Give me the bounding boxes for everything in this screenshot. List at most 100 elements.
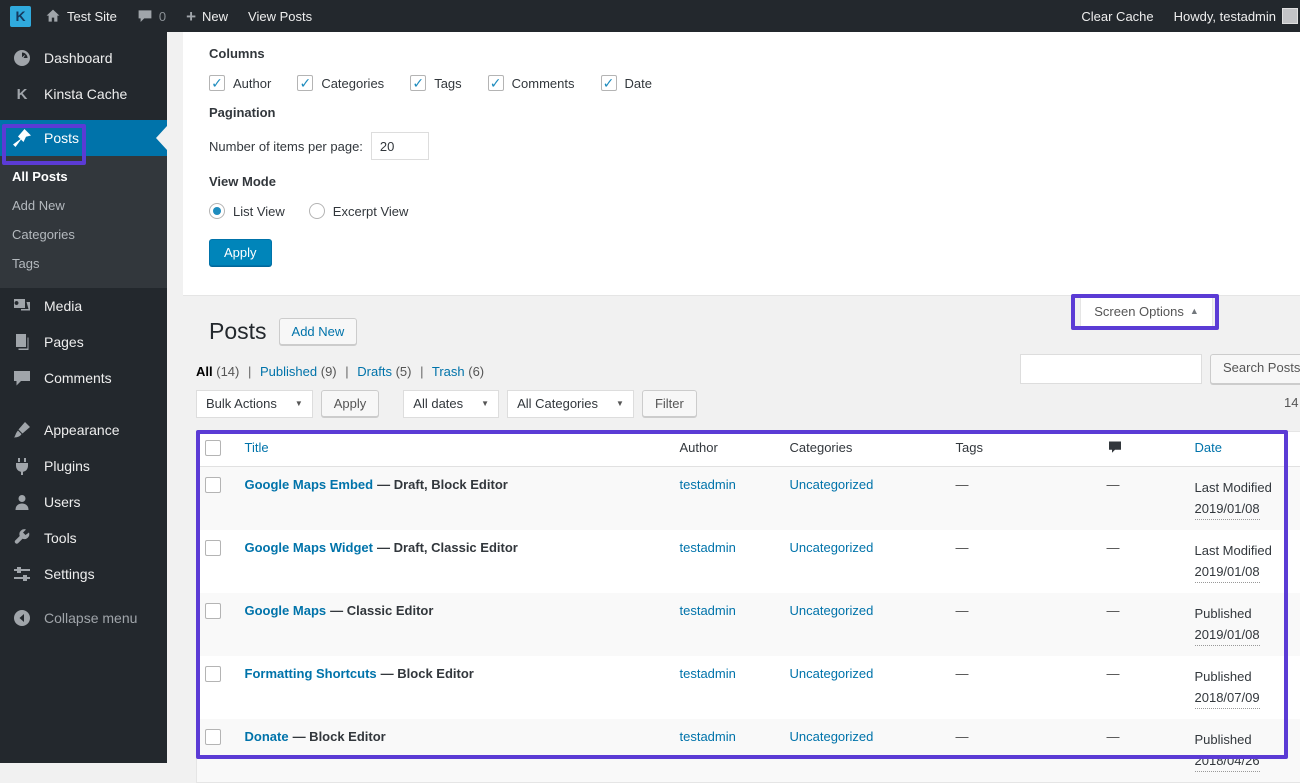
sidebar-item-all-posts[interactable]: All Posts bbox=[0, 162, 167, 191]
comments-column-icon bbox=[1107, 440, 1123, 455]
date-value: 2019/01/08 bbox=[1195, 498, 1260, 520]
list-view-radio[interactable]: List View bbox=[209, 203, 285, 219]
search-input[interactable] bbox=[1020, 354, 1202, 384]
clear-cache-button[interactable]: Clear Cache bbox=[1071, 0, 1163, 32]
howdy-menu[interactable]: Howdy, testadmin bbox=[1164, 0, 1300, 32]
author-link[interactable]: testadmin bbox=[680, 603, 736, 618]
filter-all[interactable]: All bbox=[196, 364, 213, 379]
select-all-checkbox[interactable] bbox=[205, 440, 221, 456]
dates-filter-select[interactable]: All dates ▼ bbox=[403, 390, 499, 418]
screen-options-panel: Columns Author Categories Tags Comments … bbox=[183, 32, 1300, 296]
date-value: 2018/04/26 bbox=[1195, 750, 1260, 772]
date-value: 2018/07/09 bbox=[1195, 687, 1260, 709]
checkbox-checked-icon[interactable] bbox=[410, 75, 426, 91]
tools-wrench-icon bbox=[12, 528, 32, 548]
sidebar-item-tools[interactable]: Tools bbox=[0, 520, 167, 556]
sidebar-item-posts[interactable]: Posts bbox=[0, 120, 167, 156]
filter-published[interactable]: Published bbox=[260, 364, 317, 379]
sidebar-item-users[interactable]: Users bbox=[0, 484, 167, 520]
filter-drafts[interactable]: Drafts bbox=[357, 364, 392, 379]
post-title-link[interactable]: Google Maps Embed bbox=[245, 477, 374, 492]
new-menu[interactable]: + New bbox=[176, 0, 238, 32]
category-link[interactable]: Uncategorized bbox=[790, 477, 874, 492]
add-new-button[interactable]: Add New bbox=[279, 318, 358, 345]
row-checkbox[interactable] bbox=[205, 666, 221, 682]
post-state: — Draft, Block Editor bbox=[377, 477, 508, 492]
sidebar-item-appearance[interactable]: Appearance bbox=[0, 412, 167, 448]
checkbox-checked-icon[interactable] bbox=[601, 75, 617, 91]
appearance-brush-icon bbox=[12, 420, 32, 440]
screen-options-apply-button[interactable]: Apply bbox=[209, 239, 272, 266]
column-checkbox-date[interactable]: Date bbox=[601, 75, 652, 91]
category-link[interactable]: Uncategorized bbox=[790, 729, 874, 744]
radio-selected-icon[interactable] bbox=[209, 203, 225, 219]
author-link[interactable]: testadmin bbox=[680, 477, 736, 492]
checkbox-checked-icon[interactable] bbox=[209, 75, 225, 91]
pages-icon bbox=[12, 332, 32, 352]
row-checkbox[interactable] bbox=[205, 729, 221, 745]
bulk-apply-button[interactable]: Apply bbox=[321, 390, 380, 417]
excerpt-view-radio[interactable]: Excerpt View bbox=[309, 203, 409, 219]
kinsta-logo-icon[interactable]: K bbox=[10, 6, 31, 27]
checkbox-label: Tags bbox=[434, 76, 461, 91]
checkbox-label: Author bbox=[233, 76, 271, 91]
sidebar-label-users: Users bbox=[44, 494, 81, 510]
sidebar-item-add-new[interactable]: Add New bbox=[0, 191, 167, 220]
chevron-down-icon: ▼ bbox=[616, 399, 624, 408]
settings-sliders-icon bbox=[12, 564, 32, 584]
sidebar-item-dashboard[interactable]: Dashboard bbox=[0, 40, 167, 76]
post-title-link[interactable]: Formatting Shortcuts bbox=[245, 666, 377, 681]
sidebar-item-pages[interactable]: Pages bbox=[0, 324, 167, 360]
author-link[interactable]: testadmin bbox=[680, 540, 736, 555]
chevron-down-icon: ▼ bbox=[295, 399, 303, 408]
sidebar-item-comments[interactable]: Comments bbox=[0, 360, 167, 396]
post-title-link[interactable]: Google Maps bbox=[245, 603, 327, 618]
site-name-menu[interactable]: Test Site bbox=[35, 0, 127, 32]
table-toolbar: Bulk Actions ▼ Apply All dates ▼ All Cat… bbox=[196, 389, 1300, 419]
author-link[interactable]: testadmin bbox=[680, 666, 736, 681]
column-checkbox-tags[interactable]: Tags bbox=[410, 75, 461, 91]
search-posts-button[interactable]: Search Posts bbox=[1210, 354, 1300, 384]
view-posts-menu[interactable]: View Posts bbox=[238, 0, 322, 32]
items-per-page-input[interactable] bbox=[371, 132, 429, 160]
radio-unselected-icon[interactable] bbox=[309, 203, 325, 219]
sort-title-header[interactable]: Title bbox=[245, 440, 269, 455]
menu-spacer bbox=[0, 404, 167, 412]
comments-menu[interactable]: 0 bbox=[127, 0, 176, 32]
column-checkbox-comments[interactable]: Comments bbox=[488, 75, 575, 91]
page-title: Posts bbox=[209, 318, 267, 346]
checkbox-checked-icon[interactable] bbox=[488, 75, 504, 91]
screen-options-tab[interactable]: Screen Options ▲ bbox=[1080, 296, 1213, 327]
post-title-link[interactable]: Donate bbox=[245, 729, 289, 744]
author-link[interactable]: testadmin bbox=[680, 729, 736, 744]
tags-value: — bbox=[956, 603, 969, 618]
sidebar-item-media[interactable]: Media bbox=[0, 288, 167, 324]
category-link[interactable]: Uncategorized bbox=[790, 603, 874, 618]
chevron-down-icon: ▼ bbox=[481, 399, 489, 408]
tags-value: — bbox=[956, 477, 969, 492]
sidebar-item-tags[interactable]: Tags bbox=[0, 249, 167, 278]
category-link[interactable]: Uncategorized bbox=[790, 540, 874, 555]
filter-separator: | bbox=[248, 364, 251, 379]
row-checkbox[interactable] bbox=[205, 540, 221, 556]
sidebar-item-kinsta-cache[interactable]: K Kinsta Cache bbox=[0, 76, 167, 112]
bulk-actions-select[interactable]: Bulk Actions ▼ bbox=[196, 390, 313, 418]
sidebar-item-collapse-menu[interactable]: Collapse menu bbox=[0, 600, 167, 636]
checkbox-checked-icon[interactable] bbox=[297, 75, 313, 91]
post-title-link[interactable]: Google Maps Widget bbox=[245, 540, 373, 555]
sort-date-header[interactable]: Date bbox=[1195, 440, 1222, 455]
column-checkbox-categories[interactable]: Categories bbox=[297, 75, 384, 91]
column-checkbox-author[interactable]: Author bbox=[209, 75, 271, 91]
sidebar-item-plugins[interactable]: Plugins bbox=[0, 448, 167, 484]
filter-button[interactable]: Filter bbox=[642, 390, 697, 417]
sidebar-item-settings[interactable]: Settings bbox=[0, 556, 167, 592]
category-link[interactable]: Uncategorized bbox=[790, 666, 874, 681]
categories-filter-select[interactable]: All Categories ▼ bbox=[507, 390, 634, 418]
row-checkbox[interactable] bbox=[205, 477, 221, 493]
author-header: Author bbox=[672, 431, 782, 466]
admin-sidebar: Dashboard K Kinsta Cache Posts All Posts… bbox=[0, 32, 167, 763]
sidebar-item-categories[interactable]: Categories bbox=[0, 220, 167, 249]
row-checkbox[interactable] bbox=[205, 603, 221, 619]
filter-trash[interactable]: Trash bbox=[432, 364, 465, 379]
columns-checkbox-row: Author Categories Tags Comments Date bbox=[209, 75, 1300, 91]
